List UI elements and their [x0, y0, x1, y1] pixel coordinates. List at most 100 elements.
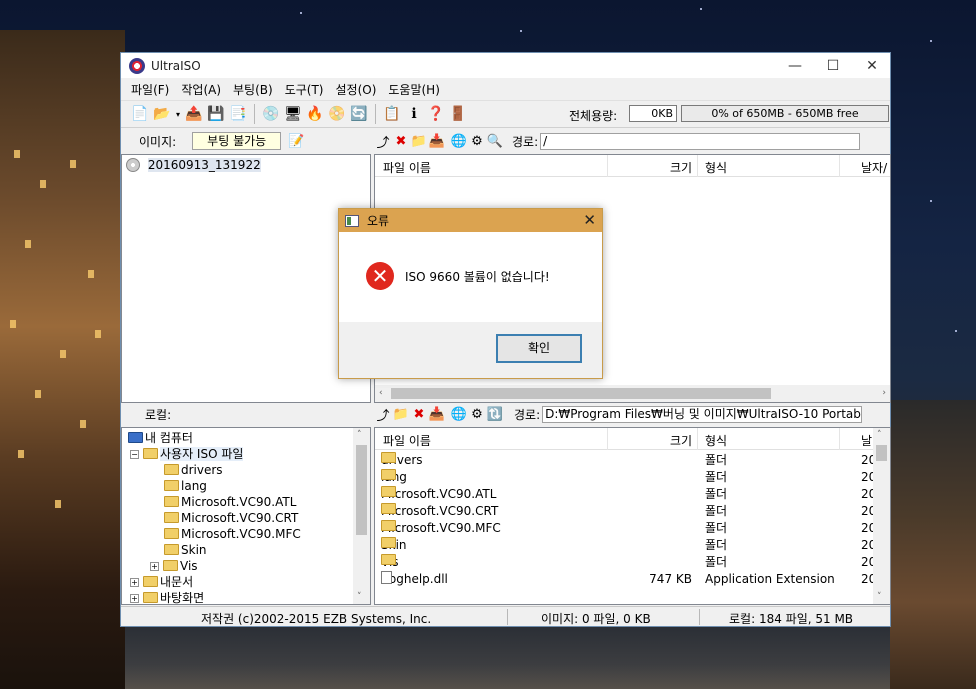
boot-properties-icon[interactable]: 📝 — [287, 132, 305, 150]
mount-icon[interactable]: 📀 — [326, 103, 348, 125]
settings-icon[interactable]: ⚙ — [468, 132, 486, 150]
table-row[interactable]: Vis폴더20 — [375, 554, 890, 571]
capacity-bar[interactable]: 0% of 650MB - 650MB free — [681, 105, 889, 122]
table-row[interactable]: Skin폴더20 — [375, 537, 890, 554]
scroll-right-icon[interactable]: › — [882, 388, 886, 398]
burn-icon[interactable]: 🔥 — [304, 103, 326, 125]
table-row[interactable]: dbghelp.dll 747 KB Application Extension 20 — [375, 571, 890, 588]
extract-icon[interactable]: 📤 — [183, 103, 205, 125]
tree-vscrollbar[interactable]: ˄ ˅ — [353, 428, 370, 604]
table-row[interactable]: Microsoft.VC90.MFC 폴더 20 — [375, 520, 890, 537]
local-hide-icon[interactable]: 🌐 — [450, 405, 468, 423]
menu-settings[interactable]: 설정(O) — [329, 81, 382, 98]
menu-boot[interactable]: 부팅(B) — [227, 81, 279, 98]
delete-icon[interactable]: ✖ — [392, 132, 410, 150]
tree-item[interactable]: lang — [164, 478, 207, 494]
save-as-icon[interactable]: 📑 — [227, 103, 249, 125]
make-cd-image-icon[interactable]: 💿 — [260, 103, 282, 125]
collapse-icon[interactable]: − — [130, 450, 139, 459]
table-row[interactable]: drivers 폴더 20 — [375, 452, 890, 469]
tree-item[interactable]: Microsoft.VC90.CRT — [164, 510, 298, 526]
ok-button[interactable]: 확인 — [496, 334, 582, 363]
tree-item[interactable]: Microsoft.VC90.ATL — [164, 494, 296, 510]
local-col-size[interactable]: 크기 — [670, 432, 692, 449]
tree-item[interactable]: + 바탕화면 — [130, 590, 204, 604]
open-icon[interactable]: 📂 — [151, 103, 173, 125]
tree-item[interactable]: Microsoft.VC90.MFC — [164, 526, 301, 542]
new-icon[interactable]: 📄 — [129, 103, 151, 125]
folder-icon — [164, 464, 179, 475]
col-date[interactable]: 날자/ — [861, 159, 887, 176]
maximize-button[interactable]: ☐ — [813, 53, 853, 78]
file-name-cell: Microsoft.VC90.MFC — [381, 520, 501, 537]
local-up-folder-icon[interactable]: ⤴ — [374, 405, 392, 424]
image-root-item[interactable]: 20160913_131922 — [126, 157, 261, 173]
file-name-cell: lang — [381, 469, 407, 486]
local-path-input[interactable]: D:₩Program Files₩버닝 및 이미지₩UltraISO-10 Po… — [542, 405, 863, 423]
tree-item-label: lang — [181, 479, 207, 493]
dialog-title-bar[interactable]: 오류 ✕ — [339, 209, 602, 232]
col-type[interactable]: 형식 — [705, 159, 727, 176]
tree-item-label: 사용자 ISO 파일 — [160, 447, 244, 461]
open-dropdown-icon[interactable]: ▾ — [173, 103, 183, 125]
tree-item[interactable]: − 사용자 ISO 파일 — [130, 446, 244, 462]
compress-iso-icon[interactable]: 🖥 — [282, 103, 304, 125]
iso-hscrollbar[interactable]: ‹ › — [375, 385, 890, 402]
table-row[interactable]: lang폴더20 — [375, 469, 890, 486]
wallpaper-rocks — [890, 400, 976, 689]
local-delete-icon[interactable]: ✖ — [410, 405, 428, 423]
expand-icon[interactable]: + — [150, 562, 159, 571]
up-folder-icon[interactable]: ⤴ — [374, 132, 392, 151]
list-scroll-thumb[interactable] — [876, 445, 887, 461]
dialog-close-button[interactable]: ✕ — [583, 211, 596, 229]
help-icon[interactable]: ❓ — [425, 103, 447, 125]
boot-status-box[interactable]: 부팅 불가능 — [192, 132, 282, 150]
table-row[interactable]: Microsoft.VC90.ATL 폴더 20 — [375, 486, 890, 503]
tree-item[interactable]: drivers — [164, 462, 223, 478]
col-filename[interactable]: 파일 이름 — [383, 159, 431, 176]
local-col-date[interactable]: 날 — [861, 432, 872, 449]
tree-item[interactable]: + Vis — [150, 558, 198, 574]
info-icon[interactable]: ℹ — [403, 103, 425, 125]
iso-path-input[interactable]: / — [540, 132, 861, 150]
expand-icon[interactable]: + — [130, 594, 139, 603]
expand-icon[interactable]: + — [130, 578, 139, 587]
scroll-up-icon[interactable]: ˄ — [357, 430, 362, 440]
refresh-icon[interactable]: 🔃 — [486, 405, 504, 423]
save-icon[interactable]: 💾 — [205, 103, 227, 125]
scroll-down-icon[interactable]: ˅ — [357, 592, 362, 602]
menu-help[interactable]: 도움말(H) — [382, 81, 446, 98]
table-row[interactable]: Microsoft.VC90.CRT 폴더 20 — [375, 503, 890, 520]
tree-scroll-thumb[interactable] — [356, 445, 367, 535]
scroll-left-icon[interactable]: ‹ — [379, 388, 383, 398]
list-scroll-down-icon[interactable]: ˅ — [877, 592, 882, 602]
local-add-icon[interactable]: 📥 — [428, 405, 446, 423]
list-scroll-up-icon[interactable]: ˄ — [877, 430, 882, 440]
total-size-value: 0KB — [629, 105, 677, 122]
add-files-icon[interactable]: 📥 — [428, 132, 446, 150]
menu-tools[interactable]: 도구(T) — [279, 81, 330, 98]
minimize-button[interactable]: — — [775, 53, 815, 78]
list-vscrollbar[interactable]: ˄ ˅ — [873, 428, 890, 604]
col-size[interactable]: 크기 — [670, 159, 692, 176]
local-path-label: 경로: — [514, 407, 541, 422]
properties-icon[interactable]: 📋 — [381, 103, 403, 125]
local-settings-icon[interactable]: ⚙ — [468, 405, 486, 423]
exit-icon[interactable]: 🚪 — [447, 103, 469, 125]
menu-action[interactable]: 작업(A) — [175, 81, 227, 98]
scroll-thumb[interactable] — [391, 388, 771, 399]
view-icon[interactable]: 🔍 — [486, 132, 504, 150]
tree-item[interactable]: + 내문서 — [130, 574, 193, 590]
tree-item[interactable]: 내 컴퓨터 — [128, 430, 193, 446]
local-new-folder-icon[interactable]: 📁 — [392, 405, 410, 423]
local-col-filename[interactable]: 파일 이름 — [383, 432, 431, 449]
title-bar[interactable]: UltraISO — ☐ ✕ — [121, 53, 890, 78]
convert-icon[interactable]: 🔄 — [348, 103, 370, 125]
local-col-type[interactable]: 형식 — [705, 432, 727, 449]
hide-icon[interactable]: 🌐 — [450, 132, 468, 150]
close-button[interactable]: ✕ — [852, 53, 892, 78]
new-folder-icon[interactable]: 📁 — [410, 132, 428, 150]
folder-icon — [164, 528, 179, 539]
tree-item[interactable]: Skin — [164, 542, 207, 558]
menu-file[interactable]: 파일(F) — [125, 81, 175, 98]
